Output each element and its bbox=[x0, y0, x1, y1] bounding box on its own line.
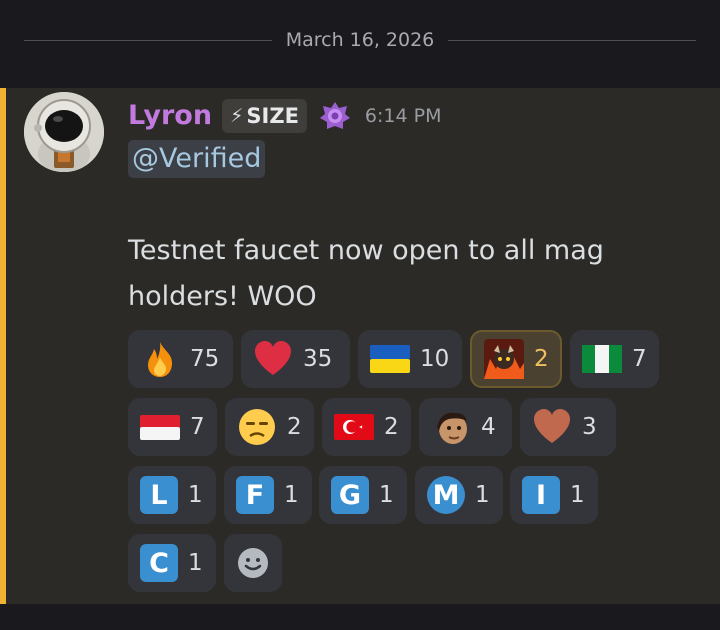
role-mention[interactable]: @Verified bbox=[128, 140, 266, 178]
message-text: Testnet faucet now open to all mag holde… bbox=[128, 235, 604, 312]
channel-top-area: March 16, 2026 bbox=[0, 0, 720, 88]
reaction-count: 35 bbox=[303, 346, 333, 372]
letter-g-icon: G bbox=[331, 476, 369, 514]
custom-demon-icon bbox=[484, 339, 524, 379]
reaction-letter-g[interactable]: G 1 bbox=[319, 466, 407, 524]
reaction-count: 1 bbox=[570, 482, 585, 508]
reaction-letter-f[interactable]: F 1 bbox=[224, 466, 312, 524]
flag-turkey-icon bbox=[334, 407, 374, 447]
reaction-letter-l[interactable]: L 1 bbox=[128, 466, 216, 524]
reaction-count: 4 bbox=[481, 414, 496, 440]
avatar[interactable] bbox=[24, 92, 104, 172]
unamused-face-icon bbox=[237, 407, 277, 447]
letter-m-icon: M bbox=[427, 476, 465, 514]
reaction-count: 2 bbox=[287, 414, 302, 440]
reaction-flag-turkey[interactable]: 2 bbox=[322, 398, 411, 456]
reaction-custom-face[interactable]: 4 bbox=[419, 398, 512, 456]
flag-indonesia-icon bbox=[140, 407, 180, 447]
reaction-flag-indonesia[interactable]: 7 bbox=[128, 398, 217, 456]
flag-ukraine-icon bbox=[370, 339, 410, 379]
reaction-count: 2 bbox=[384, 414, 399, 440]
reaction-letter-i[interactable]: I 1 bbox=[510, 466, 598, 524]
chat-bottom-area bbox=[0, 604, 720, 630]
server-tag[interactable]: ⚡ SIZE bbox=[222, 99, 307, 133]
reaction-count: 1 bbox=[475, 482, 490, 508]
reaction-brown-heart[interactable]: 3 bbox=[520, 398, 616, 456]
custom-face-icon bbox=[431, 407, 471, 447]
reaction-count: 3 bbox=[582, 414, 597, 440]
timestamp[interactable]: 6:14 PM bbox=[365, 105, 442, 127]
message-header: Lyron ⚡ SIZE 6:14 PM bbox=[128, 96, 441, 136]
reaction-count: 1 bbox=[188, 482, 203, 508]
reaction-count: 7 bbox=[632, 346, 647, 372]
smiley-icon bbox=[238, 548, 268, 578]
username[interactable]: Lyron bbox=[128, 99, 212, 133]
add-reaction-button[interactable] bbox=[224, 534, 282, 592]
reaction-count: 1 bbox=[379, 482, 394, 508]
reaction-letter-m[interactable]: M 1 bbox=[415, 466, 503, 524]
lightning-icon: ⚡ bbox=[230, 105, 244, 127]
reaction-count: 7 bbox=[190, 414, 205, 440]
reaction-letter-c[interactable]: C 1 bbox=[128, 534, 216, 592]
letter-i-icon: I bbox=[522, 476, 560, 514]
date-divider: March 16, 2026 bbox=[0, 26, 720, 54]
reaction-flag-nigeria[interactable]: 7 bbox=[570, 330, 659, 388]
flag-nigeria-icon bbox=[582, 339, 622, 379]
letter-c-icon: C bbox=[140, 544, 178, 582]
red-heart-icon bbox=[253, 339, 293, 379]
reaction-red-heart[interactable]: 35 bbox=[241, 330, 350, 388]
reaction-count: 75 bbox=[190, 346, 220, 372]
reaction-count: 2 bbox=[534, 346, 549, 372]
reaction-flag-ukraine[interactable]: 10 bbox=[358, 330, 462, 388]
reaction-count: 10 bbox=[420, 346, 450, 372]
reaction-unamused[interactable]: 2 bbox=[225, 398, 314, 456]
letter-l-icon: L bbox=[140, 476, 178, 514]
mention-highlight-bar bbox=[0, 88, 6, 604]
fire-icon bbox=[140, 339, 180, 379]
reaction-custom-demon[interactable]: 2 bbox=[470, 330, 562, 388]
reaction-count: 1 bbox=[284, 482, 299, 508]
brown-heart-icon bbox=[532, 407, 572, 447]
reaction-count: 1 bbox=[188, 550, 203, 576]
server-tag-label: SIZE bbox=[246, 104, 299, 128]
reaction-fire[interactable]: 75 bbox=[128, 330, 233, 388]
chat-message[interactable]: Lyron ⚡ SIZE 6:14 PM @Verified Testnet f… bbox=[0, 88, 720, 604]
letter-f-icon: F bbox=[236, 476, 274, 514]
role-badge-icon[interactable] bbox=[319, 100, 351, 132]
